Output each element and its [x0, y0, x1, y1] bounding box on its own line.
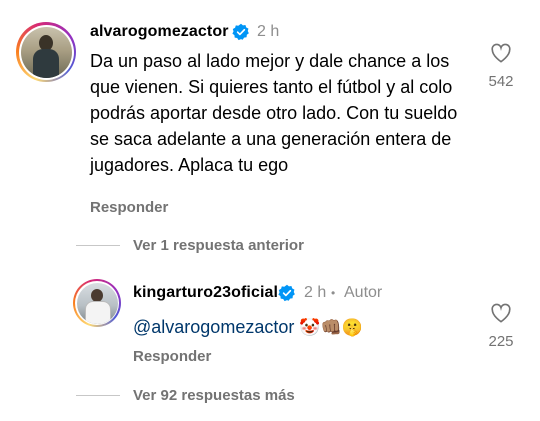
heart-icon[interactable] — [490, 43, 512, 63]
view-more-replies-button[interactable]: Ver 92 respuestas más — [133, 387, 295, 404]
avatar[interactable] — [16, 22, 76, 82]
mention-link[interactable]: @alvarogomezactor — [133, 317, 294, 337]
reply-profile-photo — [76, 282, 118, 324]
verified-icon — [232, 23, 249, 41]
like-count: 225 — [488, 333, 514, 350]
meta-separator: • — [331, 286, 336, 300]
reply-text: @alvarogomezactor 🤡👊🏽🤫 — [133, 314, 363, 341]
heart-icon[interactable] — [490, 303, 512, 323]
reply-button[interactable]: Responder — [133, 348, 211, 365]
comment-text: Da un paso al lado mejor y dale chance a… — [90, 51, 458, 175]
like-count: 542 — [488, 73, 514, 90]
reply-timestamp: 2 h — [304, 284, 327, 301]
view-previous-replies-button[interactable]: Ver 1 respuesta anterior — [133, 237, 304, 254]
reply-username[interactable]: kingarturo23oficial — [133, 284, 278, 302]
comment-username[interactable]: alvarogomezactor — [90, 23, 229, 41]
reply-avatar[interactable] — [73, 279, 121, 327]
replies-divider — [76, 395, 120, 396]
comment-timestamp: 2 h — [257, 23, 280, 40]
reply-button[interactable]: Responder — [90, 199, 168, 216]
profile-photo — [20, 26, 72, 78]
author-badge: Autor — [344, 284, 383, 301]
verified-icon — [278, 284, 295, 302]
reply-emojis: 🤡👊🏽🤫 — [299, 318, 363, 338]
replies-divider — [76, 245, 120, 246]
